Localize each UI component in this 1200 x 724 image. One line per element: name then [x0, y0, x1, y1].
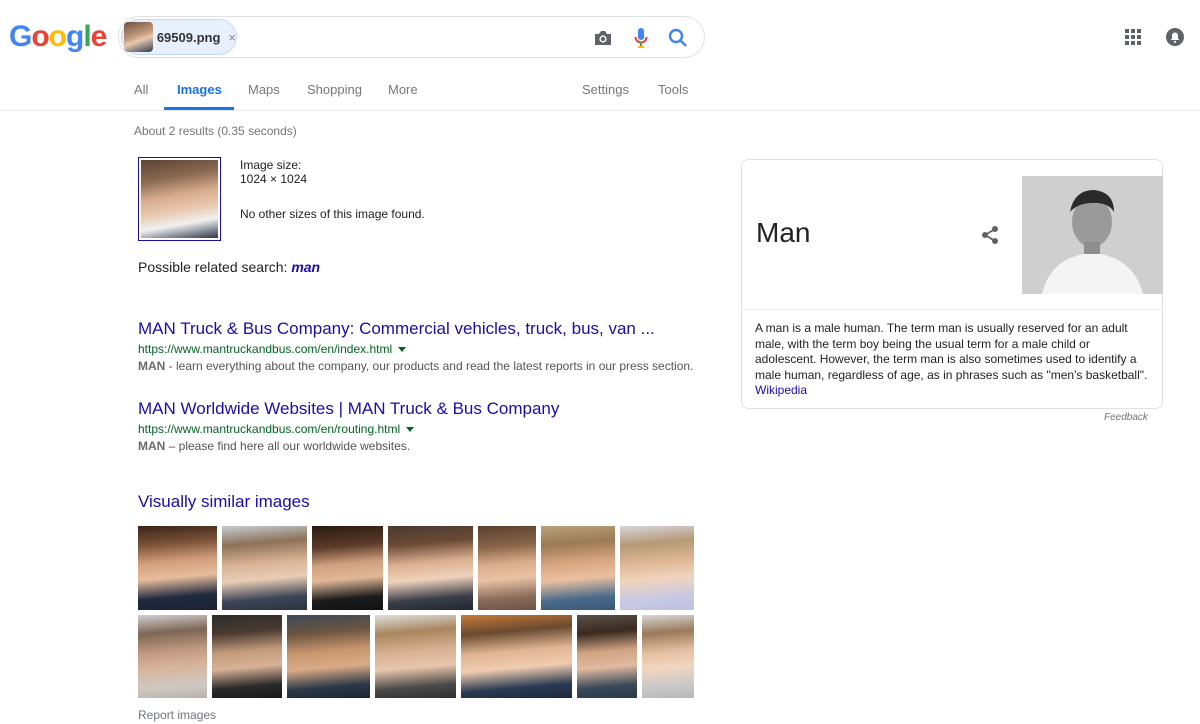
wikipedia-source-link[interactable]: Wikipedia [755, 383, 807, 397]
report-images-link[interactable]: Report images [138, 708, 216, 722]
similar-image-thumbnail[interactable] [642, 615, 694, 698]
url-dropdown-caret-icon[interactable] [398, 347, 407, 353]
snippet-bold: MAN [138, 359, 166, 373]
similar-image-thumbnail[interactable] [577, 615, 637, 698]
tab-all[interactable]: All [134, 82, 148, 97]
result-snippet: MAN - learn everything about the company… [138, 359, 693, 373]
similar-image-thumbnail[interactable] [312, 526, 383, 610]
result-url-text: https://www.mantruckandbus.com/en/index.… [138, 342, 393, 356]
logo-letter: o [31, 20, 49, 53]
mic-icon[interactable] [630, 27, 652, 49]
snippet-text: – please find here all our worldwide web… [165, 439, 411, 453]
search-icon[interactable] [667, 27, 689, 49]
camera-icon[interactable] [592, 27, 614, 49]
similar-image-thumbnail[interactable] [287, 615, 370, 698]
result-title-link[interactable]: MAN Truck & Bus Company: Commercial vehi… [138, 319, 693, 339]
query-image-filename: 69509.png [156, 29, 221, 45]
similar-image-thumbnail[interactable] [620, 526, 694, 610]
related-search-link[interactable]: man [291, 259, 320, 275]
apps-grid-icon[interactable] [1125, 29, 1141, 45]
result-stats: About 2 results (0.35 seconds) [134, 124, 297, 138]
knowledge-panel-image[interactable] [1022, 176, 1163, 294]
similar-image-thumbnail[interactable] [212, 615, 282, 698]
similar-image-thumbnail[interactable] [388, 526, 473, 610]
google-logo[interactable]: Google [9, 20, 108, 54]
tab-tools[interactable]: Tools [658, 82, 688, 97]
result-snippet: MAN – please find here all our worldwide… [138, 439, 559, 453]
knowledge-panel-description: A man is a male human. The term man is u… [755, 321, 1151, 399]
logo-letter: e [90, 20, 108, 53]
notifications-icon[interactable] [1166, 28, 1184, 46]
similar-image-thumbnail[interactable] [478, 526, 536, 610]
possible-related-search: Possible related search: man [138, 259, 320, 275]
visually-similar-heading[interactable]: Visually similar images [138, 492, 310, 512]
logo-letter: G [9, 20, 32, 53]
snippet-text: - learn everything about the company, ou… [165, 359, 694, 373]
logo-letter: g [66, 20, 84, 53]
similar-image-thumbnail[interactable] [138, 526, 217, 610]
url-dropdown-caret-icon[interactable] [406, 427, 415, 433]
search-tabs: All Images Maps Shopping More Settings T… [0, 76, 1200, 111]
result-title-link[interactable]: MAN Worldwide Websites | MAN Truck & Bus… [138, 399, 559, 419]
image-size-value: 1024 × 1024 [240, 172, 308, 186]
description-text: A man is a male human. The term man is u… [755, 321, 1148, 382]
logo-letter: o [48, 20, 67, 53]
feedback-link[interactable]: Feedback [1104, 412, 1148, 423]
similar-image-thumbnail[interactable] [138, 615, 207, 698]
image-size-label: Image size: [240, 158, 302, 172]
result-url: https://www.mantruckandbus.com/en/routin… [138, 422, 559, 436]
tab-settings[interactable]: Settings [582, 82, 629, 97]
query-image-chip-thumbnail [124, 22, 153, 52]
snippet-bold: MAN [138, 439, 166, 453]
knowledge-panel-divider [742, 309, 1162, 310]
tab-more[interactable]: More [388, 82, 418, 97]
query-image-thumbnail[interactable] [138, 157, 221, 241]
image-size-info: Image size: 1024 × 1024 [240, 158, 307, 186]
result-url-text: https://www.mantruckandbus.com/en/routin… [138, 422, 401, 436]
no-other-sizes-text: No other sizes of this image found. [240, 207, 425, 221]
knowledge-panel-title: Man [756, 217, 811, 248]
similar-image-thumbnail[interactable] [461, 615, 572, 698]
tab-images[interactable]: Images [177, 82, 222, 97]
logo-letter: l [83, 20, 91, 53]
search-result: MAN Worldwide Websites | MAN Truck & Bus… [138, 399, 559, 453]
search-result: MAN Truck & Bus Company: Commercial vehi… [138, 319, 693, 373]
similar-image-thumbnail[interactable] [375, 615, 456, 698]
close-icon[interactable]: × [228, 30, 236, 45]
search-image-chip[interactable]: 69509.png × [121, 19, 237, 55]
tab-maps[interactable]: Maps [248, 82, 280, 97]
share-icon[interactable] [979, 224, 1001, 246]
result-url: https://www.mantruckandbus.com/en/index.… [138, 342, 693, 356]
related-search-label: Possible related search: [138, 259, 288, 275]
similar-image-thumbnail[interactable] [222, 526, 307, 610]
tab-shopping[interactable]: Shopping [307, 82, 362, 97]
similar-image-thumbnail[interactable] [541, 526, 615, 610]
knowledge-panel: Man A man is a male human. The term man … [741, 159, 1163, 409]
active-tab-indicator [164, 107, 234, 110]
search-box[interactable]: 69509.png × [118, 16, 705, 58]
